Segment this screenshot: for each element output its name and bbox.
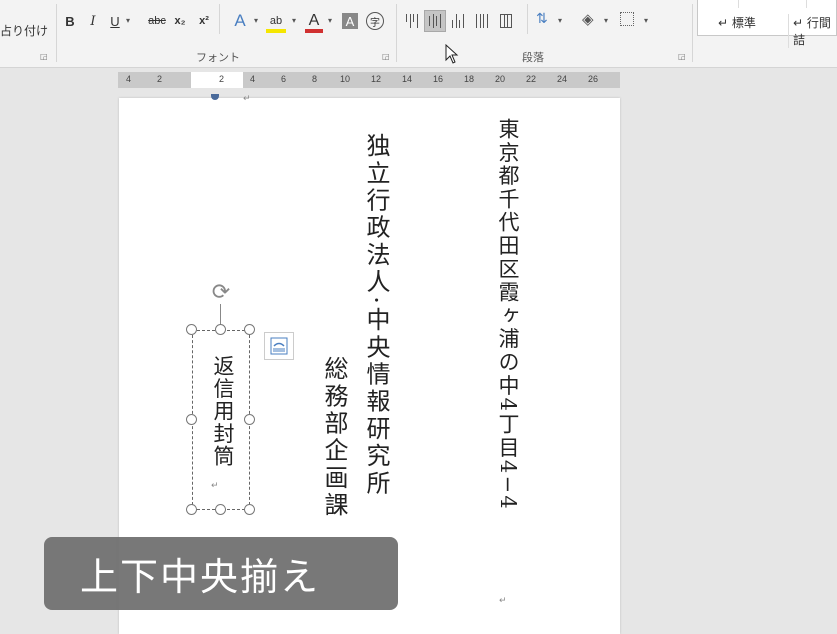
- font-group-label: フォント: [196, 51, 240, 64]
- textbox-text[interactable]: 返信用封筒: [208, 355, 238, 468]
- selected-textbox[interactable]: 返信用封筒 ↵: [192, 330, 250, 510]
- justify-icon[interactable]: [476, 14, 488, 28]
- align-bottom-icon[interactable]: [452, 14, 464, 28]
- paragraph-mark: ↵: [243, 94, 251, 104]
- resize-handle-bottom[interactable]: [215, 504, 226, 515]
- borders-dropdown-icon[interactable]: ▾: [644, 16, 648, 25]
- strikethrough-button[interactable]: abc: [146, 10, 168, 32]
- ruler-tick: 2: [157, 74, 163, 84]
- line-spacing-icon[interactable]: ⇅: [536, 11, 548, 27]
- resize-handle-top-left[interactable]: [186, 324, 197, 335]
- styles-gallery: ↵ 標準 ↵ 行間詰: [697, 0, 837, 48]
- italic-button[interactable]: I: [86, 10, 100, 32]
- resize-handle-top[interactable]: [215, 324, 226, 335]
- ruler-tick: 20: [495, 74, 506, 84]
- department-text[interactable]: 総務部企画課: [317, 356, 352, 519]
- group-separator: [527, 4, 528, 34]
- paragraph-mark: ↵: [499, 596, 507, 606]
- bold-button[interactable]: B: [62, 10, 78, 32]
- shading-bucket-icon[interactable]: ◈: [582, 10, 594, 28]
- group-separator: [219, 4, 220, 34]
- organization-text[interactable]: 独立行政法人·中央情報研究所: [359, 133, 394, 497]
- font-color-bar: [305, 29, 323, 33]
- ruler-tick: 8: [312, 74, 318, 84]
- group-separator: [56, 4, 57, 62]
- ruler-tick: 2: [219, 74, 225, 84]
- rotate-handle-icon[interactable]: ⟳: [209, 281, 233, 305]
- style-normal[interactable]: ↵ 標準: [718, 14, 756, 31]
- char-shading-button[interactable]: A: [342, 13, 358, 29]
- underline-button[interactable]: U: [108, 10, 122, 32]
- paragraph-dialog-launcher-icon[interactable]: ◲: [678, 52, 686, 61]
- address-text[interactable]: 東京都千代田区霞ヶ浦の中4丁目4−4: [493, 118, 523, 511]
- font-dialog-launcher-icon[interactable]: ◲: [382, 52, 390, 61]
- subscript-button[interactable]: x₂: [172, 10, 188, 32]
- distributed-icon[interactable]: [500, 14, 512, 28]
- paragraph-group-label: 段落: [522, 51, 544, 64]
- horizontal-ruler[interactable]: 4 2 2 4 6 8 10 12 14 16 18 20 22 24 26: [118, 72, 620, 88]
- text-effects-button[interactable]: A: [232, 10, 248, 32]
- group-separator: [396, 4, 397, 62]
- ruler-tick: 4: [126, 74, 132, 84]
- resize-handle-bottom-right[interactable]: [244, 504, 255, 515]
- ruler-tick: 6: [281, 74, 287, 84]
- resize-handle-left[interactable]: [186, 414, 197, 425]
- highlight-color-bar: [266, 29, 286, 33]
- underline-dropdown-icon[interactable]: ▾: [126, 16, 130, 25]
- resize-handle-top-right[interactable]: [244, 324, 255, 335]
- ruler-tick: 24: [557, 74, 568, 84]
- shading-dropdown-icon[interactable]: ▾: [604, 16, 608, 25]
- ruler-tick: 26: [588, 74, 599, 84]
- paragraph-mark: ↵: [211, 481, 219, 491]
- ribbon: 占り付け ◲ B I U ▾ abc x₂ x² A ▾ ab ▾ A ▾ A …: [0, 0, 837, 68]
- paragraph-align-buttons: [400, 10, 518, 32]
- layout-options-icon: [270, 337, 288, 355]
- align-center-vertical-icon: [429, 14, 441, 28]
- ruler-tick: 14: [402, 74, 413, 84]
- highlight-dropdown-icon[interactable]: ▾: [292, 16, 296, 25]
- ruler-tick: 12: [371, 74, 382, 84]
- resize-handle-bottom-left[interactable]: [186, 504, 197, 515]
- ruler-tick: 16: [433, 74, 444, 84]
- align-top-icon[interactable]: [406, 14, 418, 28]
- clipboard-dialog-launcher-icon[interactable]: ◲: [40, 52, 48, 61]
- paste-button-label[interactable]: 占り付け: [0, 22, 48, 39]
- font-color-dropdown-icon[interactable]: ▾: [328, 16, 332, 25]
- ruler-tick: 22: [526, 74, 537, 84]
- superscript-button[interactable]: x²: [196, 10, 212, 32]
- group-separator: [692, 4, 693, 62]
- ruler-tick: 18: [464, 74, 475, 84]
- caption-overlay: 上下中央揃え: [44, 537, 398, 610]
- enclose-characters-button[interactable]: 字: [366, 12, 384, 30]
- line-spacing-dropdown-icon[interactable]: ▾: [558, 16, 562, 25]
- borders-icon[interactable]: [620, 12, 634, 26]
- layout-options-button[interactable]: [264, 332, 294, 360]
- mouse-cursor-icon: [445, 44, 459, 64]
- align-center-vertical-button[interactable]: [424, 10, 446, 32]
- anchor-icon: [211, 94, 219, 100]
- resize-handle-right[interactable]: [244, 414, 255, 425]
- style-no-spacing[interactable]: ↵ 行間詰: [788, 14, 836, 48]
- ruler-tick: 10: [340, 74, 351, 84]
- text-effects-dropdown-icon[interactable]: ▾: [254, 16, 258, 25]
- ruler-tick: 4: [250, 74, 256, 84]
